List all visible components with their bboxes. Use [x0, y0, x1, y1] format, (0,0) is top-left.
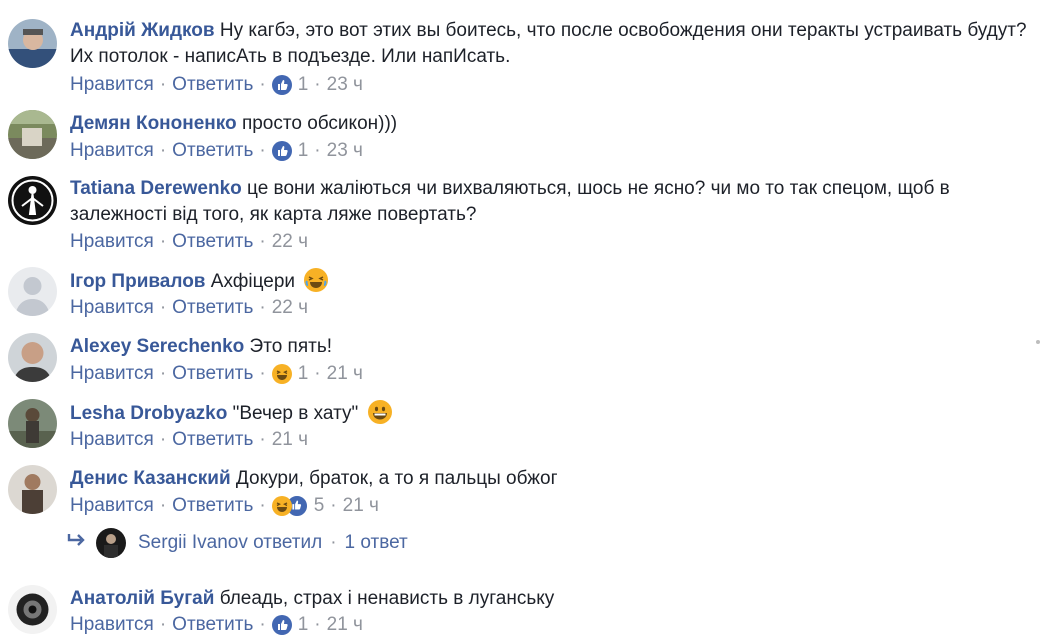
- avatar[interactable]: [8, 399, 57, 448]
- separator: ·: [159, 74, 167, 95]
- separator: ·: [314, 140, 321, 161]
- like-button[interactable]: Нравится: [70, 613, 154, 637]
- reply-button[interactable]: Ответить: [172, 230, 253, 254]
- comment-author[interactable]: Денис Казанский: [70, 468, 231, 489]
- reaction-count[interactable]: 5: [314, 494, 325, 518]
- separator: ·: [259, 614, 266, 635]
- avatar[interactable]: [8, 176, 57, 225]
- avatar[interactable]: [8, 333, 57, 382]
- comment-text: Ну кагбэ, это вот этих вы боитесь, что п…: [219, 20, 1027, 41]
- separator: ·: [259, 495, 266, 516]
- grinning-emoji-icon: [367, 400, 392, 424]
- separator: ·: [259, 429, 266, 450]
- reply-button[interactable]: Ответить: [172, 73, 253, 97]
- separator: ·: [259, 231, 266, 252]
- reaction-count[interactable]: 1: [298, 139, 309, 163]
- comment-text: залежності від того, як карта ляже повер…: [70, 204, 477, 225]
- reaction-count[interactable]: 1: [298, 73, 309, 97]
- timestamp[interactable]: 22 ч: [272, 230, 308, 254]
- reply-thread[interactable]: Sergii Ivanov ответил · 1 ответ: [66, 528, 408, 558]
- timestamp[interactable]: 23 ч: [327, 139, 363, 163]
- like-button[interactable]: Нравится: [70, 139, 154, 163]
- timestamp[interactable]: 21 ч: [272, 428, 308, 452]
- separator: ·: [259, 140, 266, 161]
- haha-icon[interactable]: [271, 364, 292, 384]
- comment-author[interactable]: Ігор Привалов: [70, 271, 205, 292]
- timestamp[interactable]: 22 ч: [272, 296, 308, 320]
- like-button[interactable]: Нравится: [70, 362, 154, 386]
- avatar[interactable]: [8, 267, 57, 316]
- like-button[interactable]: Нравится: [70, 230, 154, 254]
- comment-text: це вони жаліються чи вихваляються, шось …: [247, 178, 950, 199]
- separator: ·: [314, 614, 321, 635]
- comment-author[interactable]: Анатолій Бугай: [70, 588, 214, 609]
- timestamp[interactable]: 21 ч: [327, 613, 363, 637]
- like-icon[interactable]: [271, 75, 292, 95]
- reaction-count[interactable]: 1: [298, 613, 309, 637]
- separator: ·: [259, 297, 266, 318]
- comment-author[interactable]: Tatiana Derewenko: [70, 178, 242, 199]
- comment-author[interactable]: Alexey Serechenko: [70, 336, 244, 357]
- separator: ·: [159, 297, 167, 318]
- separator: ·: [314, 363, 321, 384]
- separator: ·: [159, 614, 167, 635]
- comment-text: блеадь, страх і ненависть в луганську: [219, 588, 555, 609]
- reply-arrow-icon: [66, 529, 88, 557]
- reply-button[interactable]: Ответить: [172, 139, 253, 163]
- separator: ·: [159, 140, 167, 161]
- reply-button[interactable]: Ответить: [172, 613, 253, 637]
- like-icon[interactable]: [271, 615, 292, 635]
- timestamp[interactable]: 23 ч: [327, 73, 363, 97]
- comment-text: просто обсикон))): [241, 113, 398, 134]
- separator: ·: [314, 74, 321, 95]
- like-button[interactable]: Нравится: [70, 296, 154, 320]
- separator: ·: [159, 429, 167, 450]
- comment-text: Их потолок - написАть в подъезде. Или на…: [70, 46, 511, 67]
- timestamp[interactable]: 21 ч: [343, 494, 379, 518]
- separator: ·: [330, 532, 337, 553]
- comment-text: Ахфіцери: [210, 271, 295, 292]
- reply-button[interactable]: Ответить: [172, 494, 253, 518]
- separator: ·: [159, 495, 167, 516]
- reply-button[interactable]: Ответить: [172, 296, 253, 320]
- reply-button[interactable]: Ответить: [172, 428, 253, 452]
- separator: ·: [159, 363, 167, 384]
- separator: ·: [330, 495, 337, 516]
- separator: ·: [259, 74, 266, 95]
- comment-text: Это пять!: [249, 336, 332, 357]
- reply-button[interactable]: Ответить: [172, 362, 253, 386]
- reply-author-text[interactable]: Sergii Ivanov ответил: [138, 529, 322, 557]
- timestamp[interactable]: 21 ч: [327, 362, 363, 386]
- avatar[interactable]: [8, 110, 57, 159]
- reaction-count[interactable]: 1: [298, 362, 309, 386]
- comment-author[interactable]: Андрій Жидков: [70, 20, 215, 41]
- avatar[interactable]: [8, 465, 57, 514]
- like-button[interactable]: Нравится: [70, 494, 154, 518]
- separator: ·: [259, 363, 266, 384]
- avatar[interactable]: [8, 19, 57, 68]
- laughing-emoji-icon: [304, 268, 329, 292]
- like-button[interactable]: Нравится: [70, 428, 154, 452]
- separator: ·: [159, 231, 167, 252]
- comment-text: Докури, браток, а то я пальцы обжог: [235, 468, 558, 489]
- comment-author[interactable]: Lesha Drobyazko: [70, 403, 227, 424]
- haha-icon[interactable]: [271, 496, 292, 516]
- reply-count[interactable]: 1 ответ: [345, 529, 408, 557]
- comment-text: "Вечер в хату": [232, 403, 359, 424]
- like-icon[interactable]: [271, 141, 292, 161]
- reply-avatar[interactable]: [96, 528, 126, 558]
- scrollbar[interactable]: [1036, 340, 1040, 344]
- like-button[interactable]: Нравится: [70, 73, 154, 97]
- comment-author[interactable]: Демян Кононенко: [70, 113, 237, 134]
- avatar[interactable]: [8, 585, 57, 634]
